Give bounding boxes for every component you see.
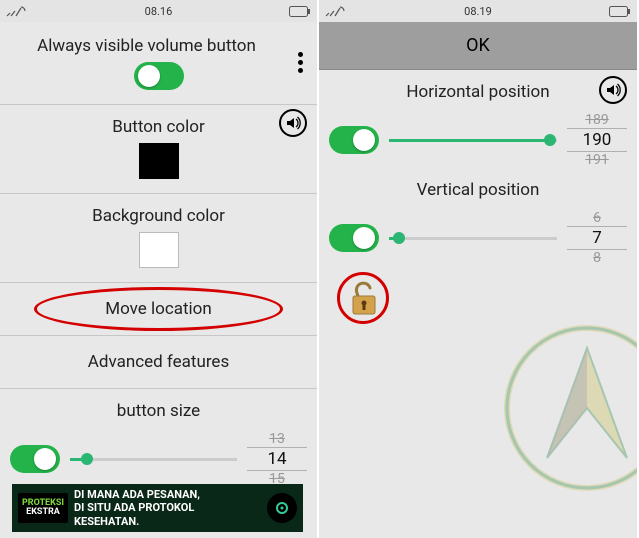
lock-icon[interactable] [347,278,381,322]
status-bar: 08.16 [0,0,317,22]
button-size-slider[interactable] [70,458,237,461]
signal-icon [325,5,345,17]
horizontal-position-label: Horizontal position [319,70,637,108]
advanced-features-row[interactable]: Advanced features [0,336,317,389]
horizontal-row: 189 190 191 [319,108,637,172]
speaker-icon[interactable] [279,109,307,137]
ad-badge: PROTEKSI EKSTRA [18,493,68,523]
screen-left: 08.16 Always visible volume button Butto… [0,0,319,538]
screen-right: 08.19 OK Horizontal position 189 190 191… [319,0,637,538]
button-color-label: Button color [0,111,317,143]
section-title-row: Always visible volume button [0,22,317,105]
battery-icon [289,6,311,17]
bg-color-swatch[interactable] [139,232,179,268]
vertical-slider[interactable] [389,237,557,240]
signal-icon [6,5,26,17]
status-time: 08.19 [319,5,637,18]
vertical-row: 6 7 8 [319,206,637,270]
overflow-menu-icon[interactable] [298,52,303,73]
lock-row [319,270,637,330]
horizontal-slider[interactable] [389,139,557,142]
move-location-row[interactable]: Move location [0,283,317,336]
button-color-section: Button color [0,105,317,194]
button-size-picker[interactable]: 13 14 15 [247,431,307,487]
page-title: Always visible volume button [0,30,317,62]
button-size-toggle[interactable] [10,445,60,473]
bg-color-section: Background color [0,194,317,283]
status-bar: 08.19 [319,0,637,22]
ad-banner[interactable]: PROTEKSI EKSTRA DI MANA ADA PESANAN, DI … [12,484,303,532]
advanced-features-label: Advanced features [88,352,229,372]
button-size-label: button size [0,395,317,427]
horizontal-toggle[interactable] [329,126,379,154]
visibility-toggle[interactable] [134,62,184,90]
watermark-icon [497,318,637,498]
vertical-picker[interactable]: 6 7 8 [567,210,627,266]
horizontal-picker[interactable]: 189 190 191 [567,112,627,168]
move-location-label: Move location [105,299,212,319]
status-time: 08.16 [0,5,317,18]
battery-icon [609,6,631,17]
speaker-icon[interactable] [599,76,627,104]
button-color-swatch[interactable] [139,143,179,179]
vertical-toggle[interactable] [329,224,379,252]
ok-button[interactable]: OK [319,22,637,70]
vertical-position-label: Vertical position [319,172,637,206]
ad-text: DI MANA ADA PESANAN, DI SITU ADA PROTOKO… [74,488,200,528]
ad-logo-icon [267,493,297,523]
bg-color-label: Background color [0,200,317,232]
